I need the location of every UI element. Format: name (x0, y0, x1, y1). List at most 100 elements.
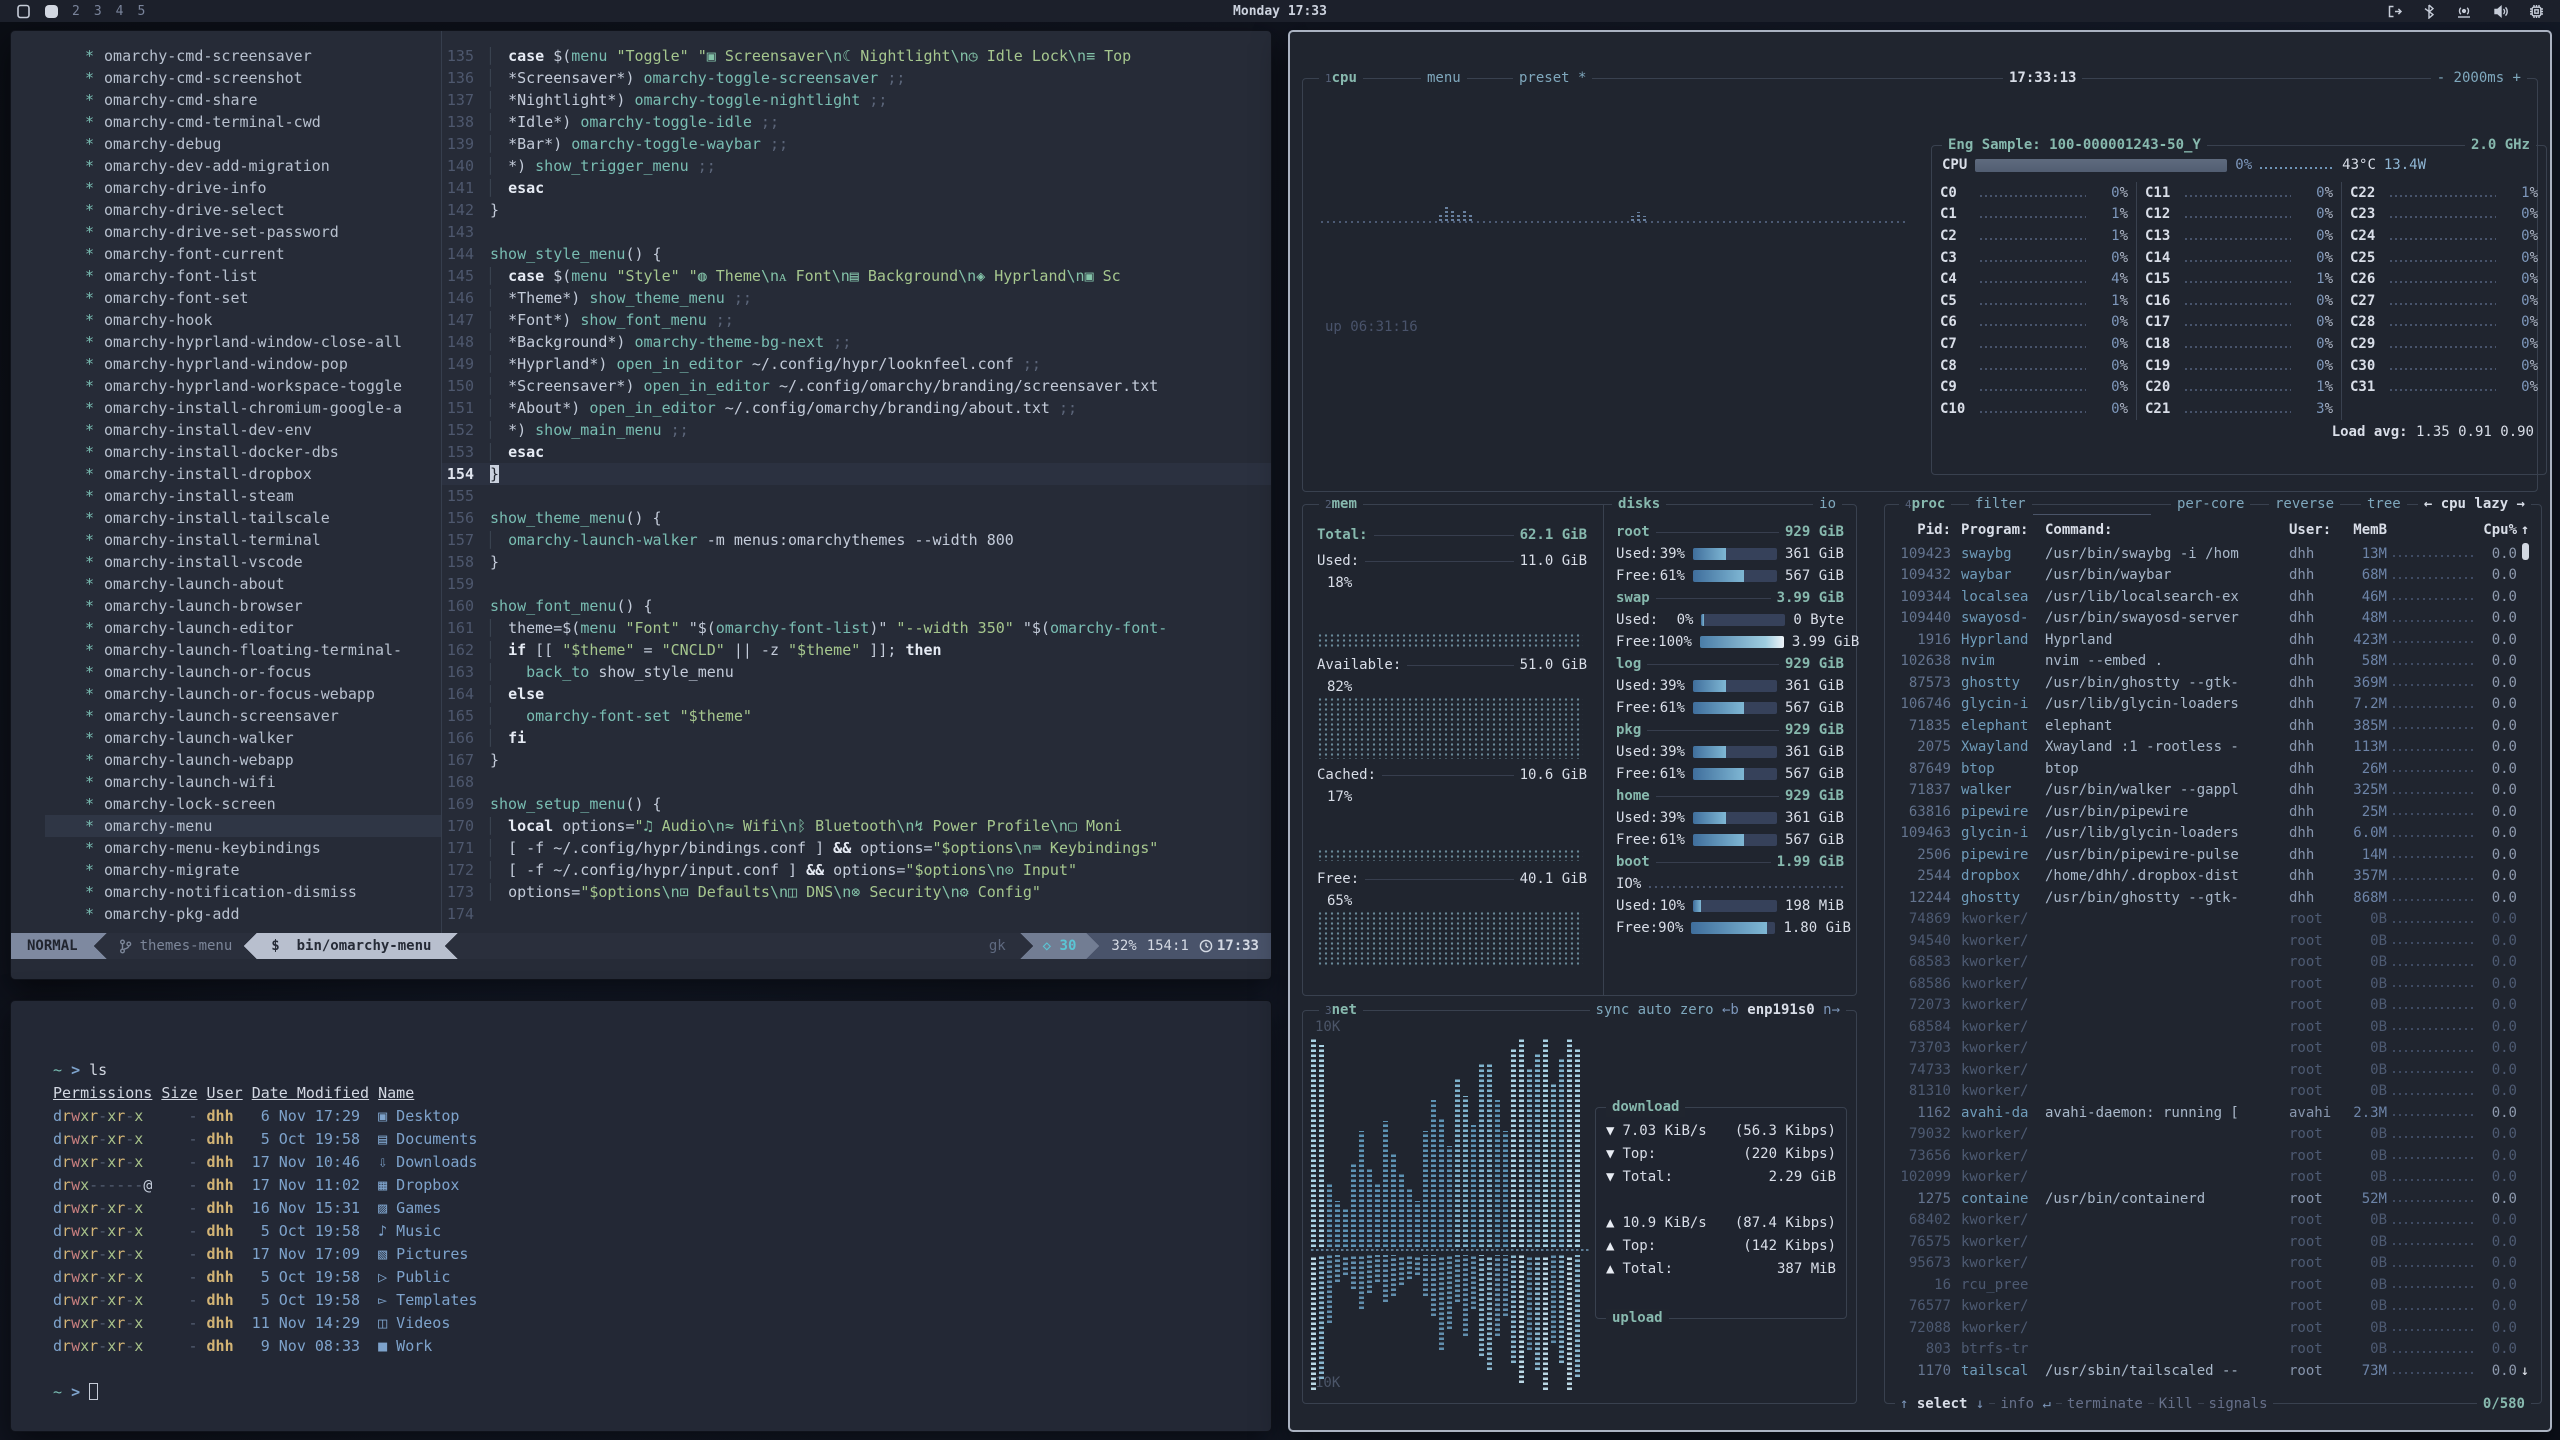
process-row[interactable]: 2544dropbox/home/dhh/.dropbox-distdhh357… (1893, 866, 2533, 888)
tree-button[interactable]: tree (2361, 495, 2407, 514)
file-item[interactable]: *omarchy-cmd-screensaver (85, 45, 441, 67)
code-line[interactable]: 152▏ *) show_main_menu ;; (442, 419, 1271, 441)
code-line[interactable]: 156show_theme_menu() { (442, 507, 1271, 529)
process-row[interactable]: 1916HyprlandHyprlanddhh423M0.0 (1893, 629, 2533, 651)
process-row[interactable]: 71837walker/usr/bin/walker --gappldhh325… (1893, 780, 2533, 802)
file-item[interactable]: *omarchy-launch-screensaver (85, 705, 441, 727)
code-line[interactable]: 168 (442, 771, 1271, 793)
logout-icon[interactable] (2386, 4, 2403, 19)
code-line[interactable]: 160show_font_menu() { (442, 595, 1271, 617)
file-item[interactable]: *omarchy-lock-screen (85, 793, 441, 815)
code-line[interactable]: 172▏ [ -f ~/.config/hypr/input.conf ] &&… (442, 859, 1271, 881)
workspace-2[interactable]: 2 (72, 4, 80, 19)
process-row[interactable]: 68584kworker/root0B0.0 (1893, 1016, 2533, 1038)
code-line[interactable]: 163▏ back_to show_style_menu (442, 661, 1271, 683)
code-line[interactable]: 150▏ *Screensaver*) open_in_editor ~/.co… (442, 375, 1271, 397)
code-line[interactable]: 146▏ *Theme*) show_theme_menu ;; (442, 287, 1271, 309)
process-row[interactable]: 68402kworker/root0B0.0 (1893, 1210, 2533, 1232)
code-line[interactable]: 137▏ *Nightlight*) omarchy-toggle-nightl… (442, 89, 1271, 111)
file-item[interactable]: *omarchy-launch-or-focus-webapp (85, 683, 441, 705)
cpu-settings-icon[interactable] (2529, 4, 2544, 19)
process-row[interactable]: 1275containe/usr/bin/containerdroot52M0.… (1893, 1188, 2533, 1210)
file-item[interactable]: *omarchy-drive-set-password (85, 221, 441, 243)
process-row[interactable]: 1162avahi-daavahi-daemon: running [avahi… (1893, 1102, 2533, 1124)
volume-icon[interactable] (2493, 4, 2509, 19)
file-item[interactable]: *omarchy-install-vscode (85, 551, 441, 573)
code-line[interactable]: 138▏ *Idle*) omarchy-toggle-idle ;; (442, 111, 1271, 133)
per-core-button[interactable]: per-core (2171, 495, 2250, 514)
code-line[interactable]: 145▏ case $(menu "Style" "◍ Theme\nᴀ Fon… (442, 265, 1271, 287)
file-item[interactable]: *omarchy-font-set (85, 287, 441, 309)
file-item[interactable]: *omarchy-install-dropbox (85, 463, 441, 485)
process-row[interactable]: 81310kworker/root0B0.0 (1893, 1081, 2533, 1103)
file-item[interactable]: *omarchy-font-list (85, 265, 441, 287)
process-row[interactable]: 1170tailscal/usr/sbin/tailscaled --root7… (1893, 1360, 2533, 1382)
code-line[interactable]: 141▏ esac (442, 177, 1271, 199)
iface-prev-button[interactable]: ←b (1722, 1002, 1739, 1018)
workspace-4[interactable]: 4 (116, 4, 124, 19)
select-button[interactable]: ↑ select ↓ (1895, 1394, 1989, 1414)
bluetooth-icon[interactable] (2423, 4, 2435, 19)
file-item[interactable]: *omarchy-cmd-screenshot (85, 67, 441, 89)
window-icon[interactable] (16, 4, 31, 19)
process-row[interactable]: 73656kworker/root0B0.0 (1893, 1145, 2533, 1167)
process-row[interactable]: 109440swayosd-/usr/bin/swayosd-serverdhh… (1893, 608, 2533, 630)
file-item[interactable]: *omarchy-launch-walker (85, 727, 441, 749)
code-line[interactable]: 135▏ case $(menu "Toggle" "▣ Screensaver… (442, 45, 1271, 67)
code-line[interactable]: 144show_style_menu() { (442, 243, 1271, 265)
file-item[interactable]: *omarchy-menu-keybindings (85, 837, 441, 859)
file-item[interactable]: *omarchy-hyprland-workspace-toggle (85, 375, 441, 397)
info-button[interactable]: info ↵ (1995, 1394, 2056, 1414)
file-item[interactable]: *omarchy-hyprland-window-close-all (85, 331, 441, 353)
code-line[interactable]: 142} (442, 199, 1271, 221)
file-item[interactable]: *omarchy-install-tailscale (85, 507, 441, 529)
file-item[interactable]: *omarchy-drive-info (85, 177, 441, 199)
process-row[interactable]: 2506pipewire/usr/bin/pipewire-pulsedhh14… (1893, 844, 2533, 866)
file-item[interactable]: *omarchy-hook (85, 309, 441, 331)
sort-selector[interactable]: ← cpu lazy → (2418, 495, 2531, 514)
code-line[interactable]: 153▏ esac (442, 441, 1271, 463)
code-line[interactable]: 159 (442, 573, 1271, 595)
file-item[interactable]: *omarchy-hyprland-window-pop (85, 353, 441, 375)
process-row[interactable]: 12244ghostty/usr/bin/ghostty --gtk-dhh86… (1893, 887, 2533, 909)
process-row[interactable]: 74733kworker/root0B0.0 (1893, 1059, 2533, 1081)
code-line[interactable]: 154} (442, 463, 1271, 485)
terminal-prompt[interactable]: ~ > (53, 1381, 1271, 1404)
file-item[interactable]: *omarchy-install-chromium-google-a (85, 397, 441, 419)
code-line[interactable]: 139▏ *Bar*) omarchy-toggle-waybar ;; (442, 133, 1271, 155)
code-line[interactable]: 151▏ *About*) open_in_editor ~/.config/o… (442, 397, 1271, 419)
filter-button[interactable]: filter (1969, 495, 2032, 514)
reverse-button[interactable]: reverse (2269, 495, 2340, 514)
code-line[interactable]: 161▏ theme=$(menu "Font" "$(omarchy-font… (442, 617, 1271, 639)
filter-input[interactable] (2033, 505, 2151, 515)
iface-next-button[interactable]: n→ (1823, 1002, 1840, 1018)
code-line[interactable]: 166▏ fi (442, 727, 1271, 749)
process-row[interactable]: 71835elephantelephantdhh385M0.0 (1893, 715, 2533, 737)
code-line[interactable]: 174 (442, 903, 1271, 925)
process-row[interactable]: 79032kworker/root0B0.0 (1893, 1124, 2533, 1146)
process-row[interactable]: 76577kworker/root0B0.0 (1893, 1296, 2533, 1318)
process-row[interactable]: 87573ghostty/usr/bin/ghostty --gtk-dhh36… (1893, 672, 2533, 694)
net-buttons[interactable]: sync auto zero ←b enp191s0 n→ (1590, 1001, 1846, 1020)
file-item[interactable]: *omarchy-install-terminal (85, 529, 441, 551)
workspace-3[interactable]: 3 (94, 4, 102, 19)
code-line[interactable]: 149▏ *Hyprland*) open_in_editor ~/.confi… (442, 353, 1271, 375)
file-item[interactable]: *omarchy-pkg-add (85, 903, 441, 925)
code-line[interactable]: 167} (442, 749, 1271, 771)
process-row[interactable]: 109344localsea/usr/lib/localsearch-exdhh… (1893, 586, 2533, 608)
network-icon[interactable] (2455, 4, 2473, 19)
workspace-active-indicator[interactable] (45, 5, 58, 18)
code-line[interactable]: 164▏ else (442, 683, 1271, 705)
file-item[interactable]: *omarchy-install-dev-env (85, 419, 441, 441)
process-row[interactable]: 68586kworker/root0B0.0 (1893, 973, 2533, 995)
file-item[interactable]: *omarchy-launch-about (85, 573, 441, 595)
code-line[interactable]: 170▏ local options="♫ Audio\n≈ Wifi\nᛒ B… (442, 815, 1271, 837)
code-pane[interactable]: 135▏ case $(menu "Toggle" "▣ Screensaver… (442, 31, 1271, 933)
file-item[interactable]: *omarchy-menu (45, 815, 441, 837)
file-item[interactable]: *omarchy-launch-wifi (85, 771, 441, 793)
file-item[interactable]: *omarchy-dev-add-migration (85, 155, 441, 177)
code-line[interactable]: 155 (442, 485, 1271, 507)
code-line[interactable]: 136▏ *Screensaver*) omarchy-toggle-scree… (442, 67, 1271, 89)
process-row[interactable]: 72088kworker/root0B0.0 (1893, 1317, 2533, 1339)
kill-button[interactable]: Kill (2154, 1394, 2198, 1414)
